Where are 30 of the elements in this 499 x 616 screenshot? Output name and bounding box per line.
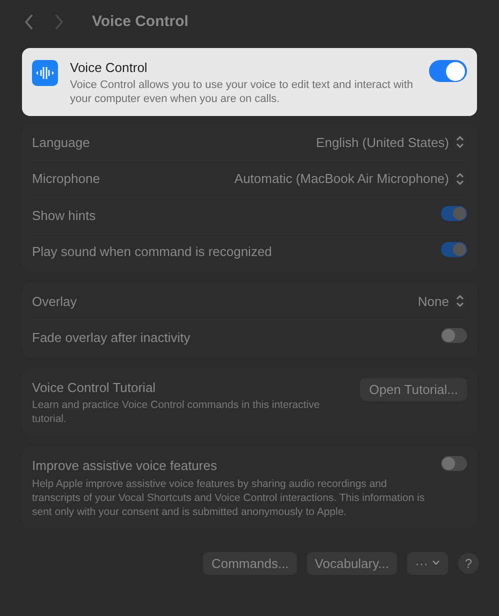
toggle-switch[interactable] — [441, 456, 467, 471]
toggle-switch[interactable] — [441, 328, 467, 343]
feature-description: Voice Control allows you to use your voice to edit text and interact with your computer even when you are on calls. — [70, 78, 414, 106]
footer-button[interactable]: Vocabulary... — [306, 552, 397, 575]
setting-label: Language — [32, 134, 90, 152]
forward-icon[interactable] — [54, 14, 64, 30]
more-button[interactable]: ··· — [407, 552, 448, 575]
help-button[interactable]: ? — [458, 552, 479, 574]
chevron-icon — [432, 560, 440, 566]
feature-title: Voice Control — [70, 59, 148, 77]
setting-label: Voice Control Tutorial — [32, 378, 157, 396]
setting-description: Help Apple improve assistive voice features by sharing audio recordings and transcripts of your Vocal Shortcuts and Voice Control interactions. This information is sent only with your consent and is submitted anonymously to Apple. — [32, 476, 426, 518]
window-title: Voice Control — [92, 12, 188, 32]
setting-label: Show hints — [32, 206, 96, 224]
setting-label: Play sound when command is recognized — [32, 243, 272, 261]
waveform-icon — [32, 60, 58, 86]
setting-label: Fade overlay after inactivity — [32, 329, 190, 347]
setting-description: Learn and practice Voice Control commands in this interactive tutorial. — [32, 398, 321, 426]
footer-button[interactable]: Commands... — [203, 552, 297, 575]
popup-menu[interactable]: English (United States) — [316, 132, 467, 152]
toggle-switch[interactable] — [441, 242, 467, 257]
tutorial-button[interactable]: Open Tutorial... — [360, 378, 467, 401]
toggle-switch[interactable] — [429, 60, 467, 82]
setting-label: Microphone — [32, 170, 100, 188]
setting-label: Improve assistive voice features — [32, 457, 218, 475]
popup-menu[interactable]: Automatic (MacBook Air Microphone) — [234, 169, 467, 188]
back-icon[interactable] — [24, 14, 34, 30]
setting-label: Overlay — [32, 292, 77, 311]
popup-menu[interactable]: None — [418, 292, 467, 311]
toggle-switch[interactable] — [441, 206, 467, 220]
